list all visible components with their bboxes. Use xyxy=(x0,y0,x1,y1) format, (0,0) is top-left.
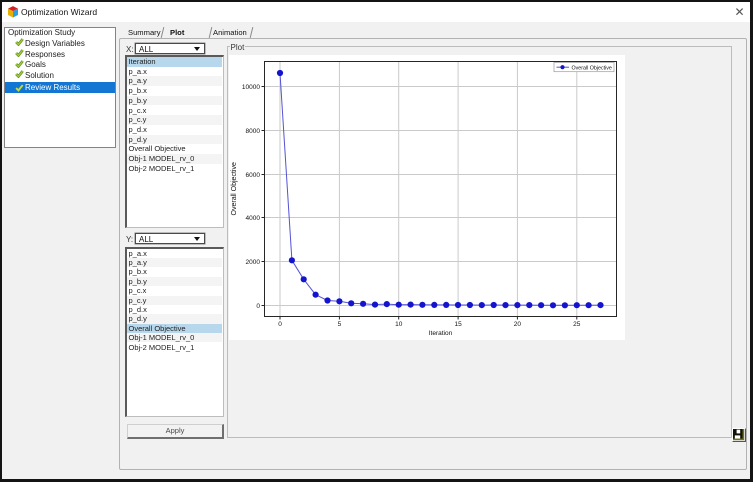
svg-text:Iteration: Iteration xyxy=(429,330,453,337)
svg-text:0: 0 xyxy=(278,321,282,328)
svg-text:4000: 4000 xyxy=(246,215,261,222)
svg-text:25: 25 xyxy=(573,321,581,328)
svg-text:8000: 8000 xyxy=(246,128,261,135)
svg-text:2000: 2000 xyxy=(246,259,261,266)
svg-text:20: 20 xyxy=(514,321,522,328)
svg-text:5: 5 xyxy=(338,321,342,328)
svg-text:Overall Objective: Overall Objective xyxy=(231,162,238,215)
svg-text:10: 10 xyxy=(395,321,403,328)
svg-text:6000: 6000 xyxy=(246,172,261,179)
svg-text:0: 0 xyxy=(256,303,260,310)
svg-text:10000: 10000 xyxy=(242,84,260,91)
svg-text:15: 15 xyxy=(454,321,462,328)
svg-text:Overall Objective: Overall Objective xyxy=(572,65,612,71)
